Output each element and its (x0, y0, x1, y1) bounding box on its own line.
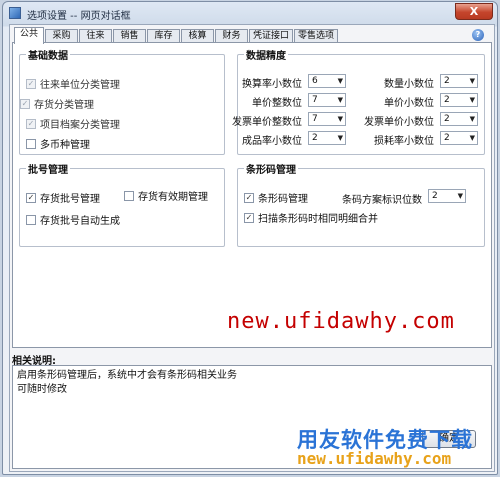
precision-label: 换算率小数位 (242, 79, 302, 90)
checkbox-unchecked[interactable] (26, 138, 36, 149)
checkbox-label: 多币种管理 (40, 140, 90, 151)
checkbox-label: 存货批号自动生成 (40, 216, 120, 227)
window-icon (9, 7, 21, 19)
precision-label: 单价整数位 (252, 98, 302, 109)
precision-select[interactable]: 6 ▼ (308, 74, 346, 88)
tab-inventory[interactable]: 库存 (147, 29, 180, 43)
batch-group: 批号管理 ✓ 存货批号管理 存货有效期管理 存货批号自动生成 (19, 161, 225, 247)
precision-label: 损耗率小数位 (374, 136, 434, 147)
precision-label: 单价小数位 (384, 98, 434, 109)
description-line: 可随时修改 (17, 384, 67, 395)
checkbox-label: 条形码管理 (258, 194, 308, 205)
precision-label: 发票单价小数位 (364, 117, 434, 128)
checkbox-label: 存货有效期管理 (138, 192, 208, 203)
basic-item-2[interactable]: ✓ 项目档案分类管理 (26, 116, 120, 131)
tab-costing[interactable]: 核算 (181, 29, 214, 43)
precision-select[interactable]: 7 ▼ (308, 112, 346, 126)
precision-label: 发票单价整数位 (232, 117, 302, 128)
precision-label: 数量小数位 (384, 79, 434, 90)
precision-select[interactable]: 2 ▼ (440, 74, 478, 88)
precision-select[interactable]: 2 ▼ (308, 131, 346, 145)
checkbox-label: 存货批号管理 (40, 194, 100, 205)
checkbox-checked[interactable]: ✓ (244, 212, 254, 223)
tab-sales[interactable]: 销售 (113, 29, 146, 43)
dialog-content: 公共 采购 往来 销售 库存 核算 财务 凭证接口 零售选项 ? 基础数据 ✓ … (9, 24, 495, 472)
checkbox-checked[interactable]: ✓ (26, 78, 36, 89)
watermark-url-bottom: new.ufidawhy.com (297, 449, 452, 468)
barcode-item-0[interactable]: ✓ 条形码管理 (244, 190, 308, 205)
basic-item-0[interactable]: ✓ 往来单位分类管理 (26, 76, 120, 91)
tab-strip: 公共 采购 往来 销售 库存 核算 财务 凭证接口 零售选项 ? (12, 27, 492, 44)
barcode-legend: 条形码管理 (246, 165, 296, 176)
dialog-window: 选项设置 -- 网页对话框 X 公共 采购 往来 销售 库存 核算 财务 凭证接… (2, 1, 498, 475)
barcode-item-1[interactable]: ✓ 扫描条形码时相同明细合并 (244, 210, 378, 225)
precision-group: 数据精度 换算率小数位 6 ▼ 单价整数位 7 ▼ 发票单价整数位 7 ▼ 成品率小数… (232, 47, 485, 155)
description-line: 启用条形码管理后，系统中才会有条形码相关业务 (17, 370, 237, 381)
checkbox-checked[interactable]: ✓ (244, 192, 254, 203)
checkbox-checked[interactable]: ✓ (26, 192, 36, 203)
barcode-digits-select[interactable]: 2 ▼ (428, 189, 466, 203)
watermark-url-mid: new.ufidawhy.com (227, 309, 455, 334)
checkbox-unchecked[interactable] (26, 214, 36, 225)
tab-receivable[interactable]: 往来 (79, 29, 112, 43)
tab-retail-options[interactable]: 零售选项 (294, 29, 338, 43)
batch-item-1[interactable]: 存货有效期管理 (124, 188, 208, 203)
barcode-digits-label: 条码方案标识位数 (342, 195, 422, 206)
precision-select[interactable]: 2 ▼ (440, 112, 478, 126)
basic-data-group: 基础数据 ✓ 往来单位分类管理 ✓ 存货分类管理 ✓ 项目档案分类管理 多币种管… (19, 47, 225, 155)
precision-select[interactable]: 2 ▼ (440, 131, 478, 145)
checkbox-label: 存货分类管理 (34, 100, 94, 111)
tab-voucher-interface[interactable]: 凭证接口 (249, 29, 293, 43)
precision-select[interactable]: 2 ▼ (440, 93, 478, 107)
tab-common[interactable]: 公共 (14, 27, 44, 44)
precision-legend: 数据精度 (246, 51, 286, 62)
batch-item-2[interactable]: 存货批号自动生成 (26, 212, 120, 227)
checkbox-label: 扫描条形码时相同明细合并 (258, 214, 378, 225)
checkbox-unchecked[interactable] (124, 190, 134, 201)
precision-label: 成品率小数位 (242, 136, 302, 147)
tab-finance[interactable]: 财务 (215, 29, 248, 43)
title-bar[interactable]: 选项设置 -- 网页对话框 X (3, 2, 497, 24)
tab-purchase[interactable]: 采购 (45, 29, 78, 43)
basic-item-1[interactable]: ✓ 存货分类管理 (20, 96, 94, 111)
batch-legend: 批号管理 (28, 165, 68, 176)
basic-data-legend: 基础数据 (28, 51, 68, 62)
help-icon[interactable]: ? (472, 29, 484, 41)
checkbox-label: 往来单位分类管理 (40, 80, 120, 91)
window-title: 选项设置 -- 网页对话框 (27, 11, 131, 22)
close-button[interactable]: X (455, 3, 493, 20)
checkbox-label: 项目档案分类管理 (40, 120, 120, 131)
checkbox-checked[interactable]: ✓ (20, 98, 30, 109)
precision-select[interactable]: 7 ▼ (308, 93, 346, 107)
batch-item-0[interactable]: ✓ 存货批号管理 (26, 190, 100, 205)
barcode-group: 条形码管理 ✓ 条形码管理 条码方案标识位数 2 ▼ ✓ 扫描条形码时相同明细合并 (237, 161, 485, 247)
common-tab-panel: 基础数据 ✓ 往来单位分类管理 ✓ 存货分类管理 ✓ 项目档案分类管理 多币种管… (12, 42, 492, 348)
checkbox-checked[interactable]: ✓ (26, 118, 36, 129)
basic-item-3[interactable]: 多币种管理 (26, 136, 90, 151)
